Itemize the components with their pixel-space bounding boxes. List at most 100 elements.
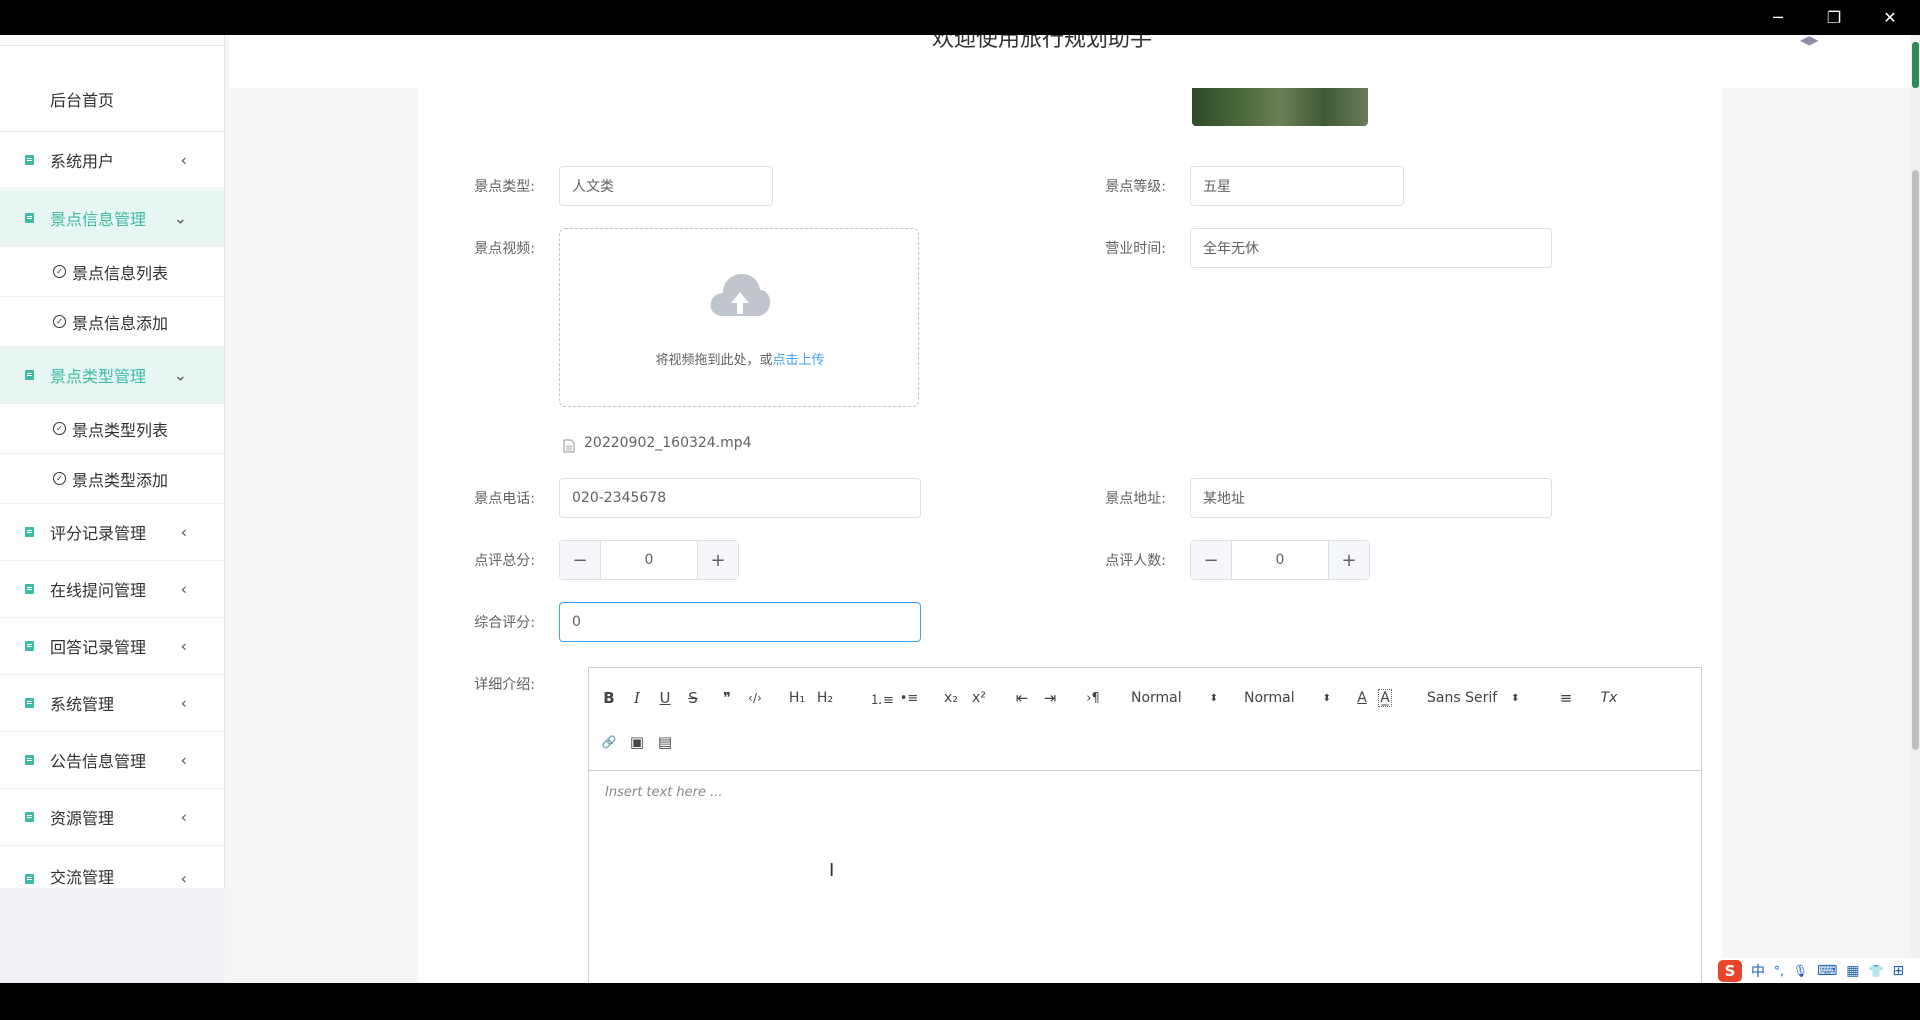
minimize-icon[interactable]: ─ (1750, 0, 1806, 35)
chevron-left-icon: ‹ (180, 579, 187, 599)
chevron-left-icon: ‹ (180, 522, 187, 542)
subscript-button[interactable]: x₂ (939, 686, 963, 710)
decrement-button[interactable]: − (560, 541, 601, 579)
uploaded-file-name[interactable]: 20220902_160324.mp4 (584, 435, 752, 451)
select-arrow-icon: ⬍ (1209, 692, 1219, 704)
sidebar-item-exchange[interactable]: 交流管理 ‹ (0, 846, 224, 888)
sidebar-divider (0, 45, 224, 46)
outdent-icon[interactable]: ⇤ (1011, 686, 1033, 710)
header-select[interactable]: Normal ⬍ (1244, 686, 1334, 710)
sidebar-item-scenic-type[interactable]: 景点类型管理 ⌄ (0, 347, 224, 404)
document-icon (25, 584, 34, 594)
sidebar-item-announcements[interactable]: 公告信息管理 ‹ (0, 732, 224, 789)
cloud-upload-icon (710, 274, 771, 316)
punctuation-icon[interactable]: °, (1774, 964, 1784, 978)
restore-icon[interactable]: ❐ (1806, 0, 1862, 35)
app-window: 欢迎使用旅行规划助手 ◀▶ 后台首页 系统用户 ‹ 景点信息管理 ⌄ ✓ 景点信… (0, 35, 1920, 983)
level-label: 景点等级: (1105, 179, 1166, 195)
code-block-icon[interactable]: ‹/› (743, 686, 767, 710)
scrollbar-thumb[interactable] (1912, 170, 1919, 750)
document-icon (25, 213, 34, 223)
address-field[interactable]: 某地址 (1190, 478, 1552, 518)
increment-button[interactable]: + (697, 541, 738, 579)
document-icon (25, 155, 34, 165)
sidebar-item-label: 景点信息列表 (72, 263, 169, 283)
sidebar-item-system-users[interactable]: 系统用户 ‹ (0, 132, 224, 189)
sidebar-item-questions[interactable]: 在线提问管理 ‹ (0, 561, 224, 618)
indent-icon[interactable]: ⇥ (1039, 686, 1061, 710)
sidebar-item-label: 景点类型添加 (72, 470, 169, 490)
size-select[interactable]: Normal ⬍ (1131, 686, 1221, 710)
check-circle-icon: ✓ (53, 472, 66, 485)
close-icon[interactable]: ✕ (1862, 0, 1918, 35)
align-left-icon[interactable]: ≡ (1556, 686, 1576, 710)
overall-rating-field[interactable]: 0 (559, 602, 921, 642)
underline-button[interactable]: U (655, 686, 675, 710)
skin-icon[interactable]: 👕 (1869, 964, 1884, 978)
sidebar-item-home[interactable]: 后台首页 (50, 87, 114, 111)
document-icon (25, 527, 34, 537)
sidebar-item-scenic-info[interactable]: 景点信息管理 ⌄ (0, 190, 224, 247)
sidebar-item-label: 交流管理 (50, 868, 115, 887)
total-score-value[interactable]: 0 (600, 541, 698, 579)
background-color-icon[interactable]: A̲ (1375, 686, 1395, 710)
increment-button[interactable]: + (1328, 541, 1369, 579)
video-icon[interactable]: ▤ (655, 730, 675, 754)
superscript-button[interactable]: x² (967, 686, 991, 710)
blockquote-icon[interactable]: ❞ (717, 686, 737, 710)
phone-label: 景点电话: (474, 491, 535, 507)
link-icon[interactable]: 🔗 (599, 730, 619, 754)
sidebar-item-label: 在线提问管理 (50, 581, 147, 600)
total-score-stepper[interactable]: − 0 + (559, 540, 739, 580)
reviewers-value[interactable]: 0 (1231, 541, 1329, 579)
chevron-left-icon: ‹ (180, 750, 187, 770)
sidebar-subitem-type-add[interactable]: ✓ 景点类型添加 (0, 454, 224, 504)
avatar-icon[interactable]: ◀▶ (1800, 35, 1818, 47)
header-select-value: Normal (1244, 690, 1295, 706)
opening-hours-field[interactable]: 全年无休 (1190, 228, 1552, 268)
sidebar-item-resources[interactable]: 资源管理 ‹ (0, 789, 224, 846)
sidebar-item-label: 景点类型管理 (50, 367, 147, 386)
scenic-type-field[interactable]: 人文类 (559, 166, 773, 206)
image-icon[interactable]: ▣ (627, 730, 647, 754)
total-score-label: 点评总分: (474, 553, 535, 569)
apps-icon[interactable]: ▦ (1846, 963, 1859, 979)
font-select[interactable]: Sans Serif ⬍ (1427, 686, 1537, 710)
chevron-left-icon: ‹ (180, 869, 187, 888)
rating-label: 综合评分: (474, 615, 535, 631)
h2-button[interactable]: H₂ (813, 686, 837, 710)
microphone-icon[interactable]: 🎙 (1793, 964, 1808, 978)
h1-button[interactable]: H₁ (785, 686, 809, 710)
toolbox-icon[interactable]: ⊞ (1892, 963, 1904, 979)
clear-format-icon[interactable]: Tx (1599, 686, 1619, 710)
sidebar-subitem-scenic-list[interactable]: ✓ 景点信息列表 (0, 247, 224, 297)
bold-button[interactable]: B (599, 686, 619, 710)
video-upload-dropzone[interactable]: 将视频拖到此处，或点击上传 (559, 228, 919, 407)
sidebar-item-system-management[interactable]: 系统管理 ‹ (0, 675, 224, 732)
sogou-logo-icon[interactable]: S (1718, 959, 1742, 982)
reviewers-stepper[interactable]: − 0 + (1190, 540, 1370, 580)
address-label: 景点地址: (1105, 491, 1166, 507)
chevron-left-icon: ‹ (180, 693, 187, 713)
ordered-list-icon[interactable]: ⒈≡ (869, 686, 895, 710)
italic-button[interactable]: I (627, 686, 647, 710)
bullet-list-icon[interactable]: •≡ (897, 686, 921, 710)
editor-placeholder[interactable]: Insert text here ... (605, 785, 723, 800)
hours-label: 营业时间: (1105, 241, 1166, 257)
font-color-icon[interactable]: A (1352, 686, 1372, 710)
decrement-button[interactable]: − (1191, 541, 1232, 579)
upload-hint-text: 将视频拖到此处，或 (655, 353, 773, 368)
sidebar-subitem-type-list[interactable]: ✓ 景点类型列表 (0, 404, 224, 454)
keyboard-icon[interactable]: ⌨ (1817, 963, 1837, 979)
text-direction-icon[interactable]: ›¶ (1081, 686, 1105, 710)
document-icon (25, 874, 34, 884)
ime-mode-icon[interactable]: 中 (1751, 961, 1765, 981)
strike-button[interactable]: S (683, 686, 703, 710)
video-label: 景点视频: (474, 241, 535, 257)
scenic-level-field[interactable]: 五星 (1190, 166, 1404, 206)
sidebar-subitem-scenic-add[interactable]: ✓ 景点信息添加 (0, 297, 224, 347)
click-upload-link[interactable]: 点击上传 (773, 353, 825, 368)
sidebar-item-answers[interactable]: 回答记录管理 ‹ (0, 618, 224, 675)
phone-field[interactable]: 020-2345678 (559, 478, 921, 518)
sidebar-item-rating-records[interactable]: 评分记录管理 ‹ (0, 504, 224, 561)
